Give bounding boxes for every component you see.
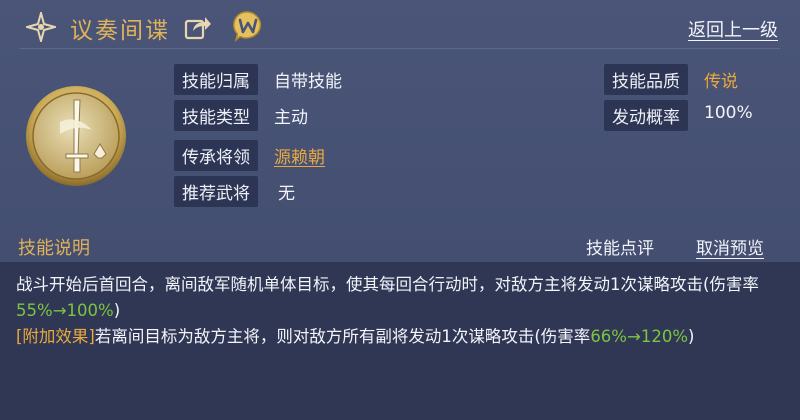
recommend-general-value: 无: [278, 184, 295, 204]
desc-p1-arrow: →: [52, 301, 67, 320]
skill-type-value: 主动: [274, 108, 308, 128]
skill-review-button[interactable]: 技能点评: [586, 234, 654, 259]
trigger-rate-value: 100%: [704, 103, 753, 123]
desc-p2-from: 66%: [590, 327, 627, 346]
extra-effect-tag: [附加效果]: [16, 327, 95, 346]
skill-belong-value: 自带技能: [274, 72, 342, 92]
description-paragraph-1: 战斗开始后首回合，离间敌军随机单体目标，使其每回合行动时，对敌方主将发动1次谋略…: [16, 272, 782, 324]
desc-p2-arrow: →: [627, 327, 641, 346]
header-divider: [20, 48, 780, 49]
desc-p1-end: ): [113, 301, 121, 320]
inherit-general-label: 传承将领: [174, 140, 258, 171]
skill-belong-label: 技能归属: [174, 64, 258, 95]
desc-p1-to: 100%: [66, 301, 114, 320]
four-point-star-icon: [23, 9, 59, 45]
page-title: 议奏间谍: [70, 18, 170, 44]
sword-medallion-icon: [24, 84, 128, 188]
trigger-rate-label: 发动概率: [604, 100, 688, 131]
skill-quality-value: 传说: [704, 72, 738, 92]
back-button[interactable]: 返回上一级: [688, 16, 778, 42]
desc-p2-end: ): [688, 327, 695, 346]
desc-p2-text: 若离间目标为敌方主将，则对敌方所有副将发动1次谋略攻击(伤害率: [94, 327, 591, 346]
recommend-general-label: 推荐武将: [174, 176, 258, 207]
desc-p2-to: 120%: [640, 327, 688, 346]
skill-quality-label: 技能品质: [604, 64, 688, 95]
desc-p1-text: 战斗开始后首回合，离间敌军随机单体目标，使其每回合行动时，对敌方主将发动1次谋略…: [16, 275, 759, 294]
skill-type-label: 技能类型: [174, 100, 258, 131]
cancel-preview-button[interactable]: 取消预览: [696, 234, 764, 259]
skill-description-title: 技能说明: [18, 238, 90, 259]
share-icon[interactable]: [184, 14, 212, 40]
desc-p1-from: 55%: [16, 301, 53, 320]
inherit-general-link[interactable]: 源赖朝: [274, 143, 325, 168]
skill-description-text: 战斗开始后首回合，离间敌军随机单体目标，使其每回合行动时，对敌方主将发动1次谋略…: [16, 272, 782, 350]
w-chat-bubble-icon[interactable]: [232, 10, 264, 43]
description-paragraph-2: [附加效果]若离间目标为敌方主将，则对敌方所有副将发动1次谋略攻击(伤害率66%…: [16, 324, 782, 350]
